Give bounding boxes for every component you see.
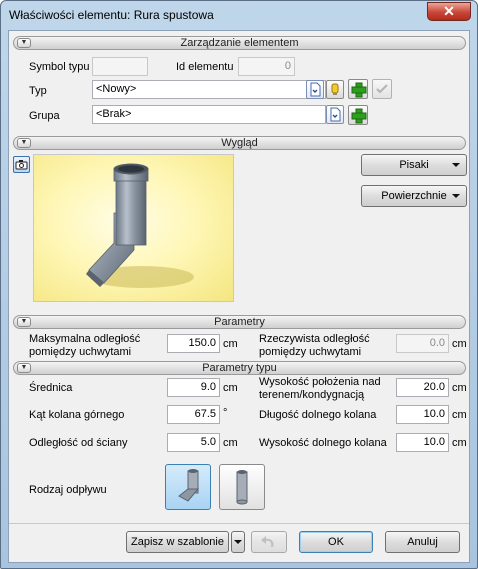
snapshot-button[interactable] — [13, 156, 30, 173]
group-field[interactable]: <Brak> — [92, 105, 326, 124]
section-type-parameters-title: Parametry typu — [202, 362, 277, 374]
lower-elbow-length-field[interactable]: 10.0 — [396, 405, 449, 424]
lower-elbow-height-unit: cm — [452, 437, 467, 449]
height-above-ground-label-line2: terenem/kondygnacją — [259, 389, 365, 401]
drain-type-straight-option[interactable] — [219, 464, 265, 510]
document-arrow-icon — [330, 107, 341, 122]
max-distance-label-line1: Maksymalna odległość — [29, 333, 141, 345]
wall-distance-unit: cm — [223, 437, 238, 449]
element-preview[interactable] — [33, 154, 234, 302]
save-template-dropdown[interactable] — [231, 531, 245, 553]
type-library-button[interactable] — [326, 80, 344, 99]
type-picker-button[interactable] — [306, 80, 324, 99]
downpipe-3d-preview — [86, 163, 194, 288]
plus-icon — [351, 108, 367, 124]
element-id-field: 0 — [238, 57, 295, 76]
camera-icon — [15, 160, 28, 170]
group-picker-button[interactable] — [326, 105, 344, 124]
save-template-button[interactable]: Zapisz w szablonie — [126, 531, 229, 553]
plus-icon — [351, 82, 367, 98]
lower-elbow-height-label: Wysokość dolnego kolana — [259, 437, 387, 449]
max-distance-unit: cm — [223, 338, 238, 350]
max-distance-label-line2: pomiędzy uchwytami — [29, 346, 132, 358]
section-management-header[interactable]: ▼ Zarządzanie elementem — [13, 36, 466, 50]
ok-button[interactable]: OK — [299, 531, 373, 553]
group-label: Grupa — [29, 110, 60, 122]
section-management-title: Zarządzanie elementem — [180, 37, 299, 49]
dialog-window: Właściwości elementu: Rura spustowa ✕ ▼ … — [0, 0, 478, 569]
chevron-down-icon — [452, 194, 460, 198]
cancel-button[interactable]: Anuluj — [385, 531, 460, 553]
wall-distance-label: Odległość od ściany — [29, 437, 128, 449]
diameter-field[interactable]: 9.0 — [167, 378, 220, 397]
height-above-ground-field[interactable]: 20.0 — [396, 378, 449, 397]
chevron-down-icon — [234, 540, 242, 544]
diameter-label: Średnica — [29, 382, 73, 394]
pens-dropdown[interactable]: Pisaki — [361, 154, 467, 176]
lower-elbow-height-field[interactable]: 10.0 — [396, 433, 449, 452]
dialog-body: ▼ Zarządzanie elementem Symbol typu Id e… — [8, 30, 470, 563]
add-group-button[interactable] — [348, 105, 368, 125]
lower-elbow-length-unit: cm — [452, 409, 467, 421]
footer-divider — [9, 523, 469, 524]
add-type-button[interactable] — [348, 79, 368, 99]
window-title: Właściwości elementu: Rura spustowa — [9, 8, 214, 22]
symbol-type-label: Symbol typu — [29, 61, 90, 73]
upper-elbow-angle-field[interactable]: 67.5 — [167, 405, 220, 424]
element-id-label: Id elementu — [176, 61, 234, 73]
surfaces-dropdown-label: Powierzchnie — [381, 190, 447, 202]
section-type-parameters-header[interactable]: ▼ Parametry typu — [13, 361, 466, 375]
max-distance-field[interactable]: 150.0 — [167, 334, 220, 353]
upper-elbow-angle-unit: ° — [223, 407, 228, 419]
drain-type-elbow-option[interactable] — [165, 464, 211, 510]
actual-distance-unit: cm — [452, 338, 467, 350]
check-icon — [376, 84, 388, 94]
section-appearance-title: Wygląd — [221, 137, 258, 149]
surfaces-dropdown[interactable]: Powierzchnie — [361, 185, 467, 207]
height-above-ground-unit: cm — [452, 382, 467, 394]
wall-distance-field[interactable]: 5.0 — [167, 433, 220, 452]
type-field[interactable]: <Nowy> — [92, 80, 326, 99]
close-button[interactable]: ✕ — [427, 2, 471, 21]
confirm-type-button[interactable] — [372, 79, 392, 99]
drain-type-label: Rodzaj odpływu — [29, 484, 107, 496]
title-bar[interactable]: Właściwości elementu: Rura spustowa ✕ — [1, 1, 477, 29]
section-parameters-title: Parametry — [214, 316, 265, 328]
actual-distance-label-line2: pomiędzy uchwytami — [259, 346, 362, 358]
actual-distance-label-line1: Rzeczywista odległość — [259, 333, 370, 345]
actual-distance-field: 0.0 — [396, 334, 449, 353]
type-label: Typ — [29, 85, 47, 97]
undo-arrow-icon — [261, 536, 274, 547]
document-arrow-icon — [310, 82, 321, 97]
section-parameters-header[interactable]: ▼ Parametry — [13, 315, 466, 329]
diameter-unit: cm — [223, 382, 238, 394]
pens-dropdown-label: Pisaki — [399, 159, 429, 171]
section-appearance-header[interactable]: ▼ Wygląd — [13, 136, 466, 150]
elbow-pipe-icon — [178, 469, 200, 502]
height-above-ground-label-line1: Wysokość położenia nad — [259, 376, 381, 388]
chevron-down-icon — [452, 163, 460, 167]
bulb-tag-icon — [331, 83, 339, 95]
symbol-type-field — [92, 57, 148, 76]
upper-elbow-angle-label: Kąt kolana górnego — [29, 409, 125, 421]
straight-pipe-icon — [236, 470, 248, 505]
undo-button[interactable] — [251, 531, 287, 553]
lower-elbow-length-label: Długość dolnego kolana — [259, 409, 377, 421]
